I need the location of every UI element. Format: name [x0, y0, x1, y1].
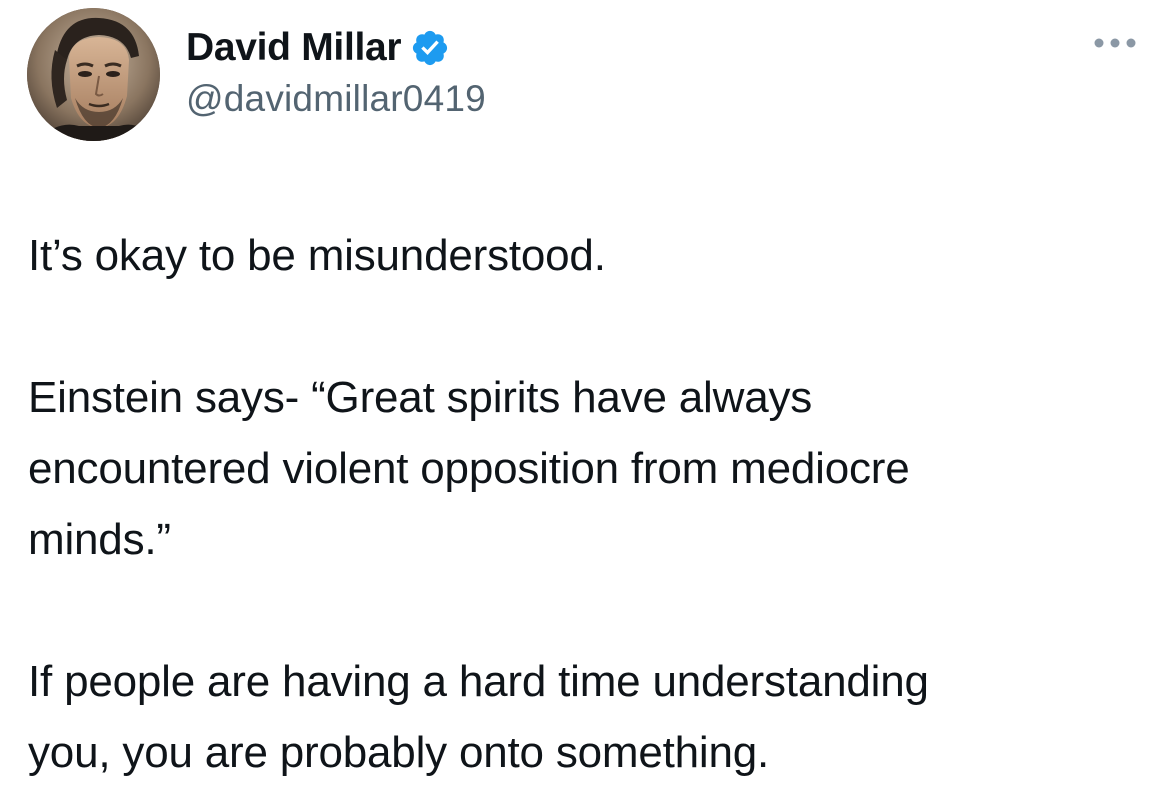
- tweet-card: David Millar @davidmillar0419 It’s okay …: [0, 0, 1170, 790]
- tweet-paragraph: If people are having a hard time underst…: [28, 657, 929, 777]
- verified-badge-icon[interactable]: [410, 28, 450, 68]
- more-options-icon: [1094, 38, 1136, 48]
- avatar-photo-icon: [27, 8, 160, 141]
- tweet-text: It’s okay to be misunderstood. Einstein …: [28, 220, 1148, 788]
- author-handle[interactable]: @davidmillar0419: [186, 78, 486, 120]
- tweet-paragraph: Einstein says- “Great spirits have alway…: [28, 373, 910, 564]
- tweet-paragraph: It’s okay to be misunderstood.: [28, 231, 606, 280]
- author-avatar[interactable]: [27, 8, 160, 141]
- author-name-row: David Millar: [186, 22, 450, 74]
- author-name[interactable]: David Millar: [186, 26, 402, 70]
- more-options-button[interactable]: [1090, 28, 1140, 58]
